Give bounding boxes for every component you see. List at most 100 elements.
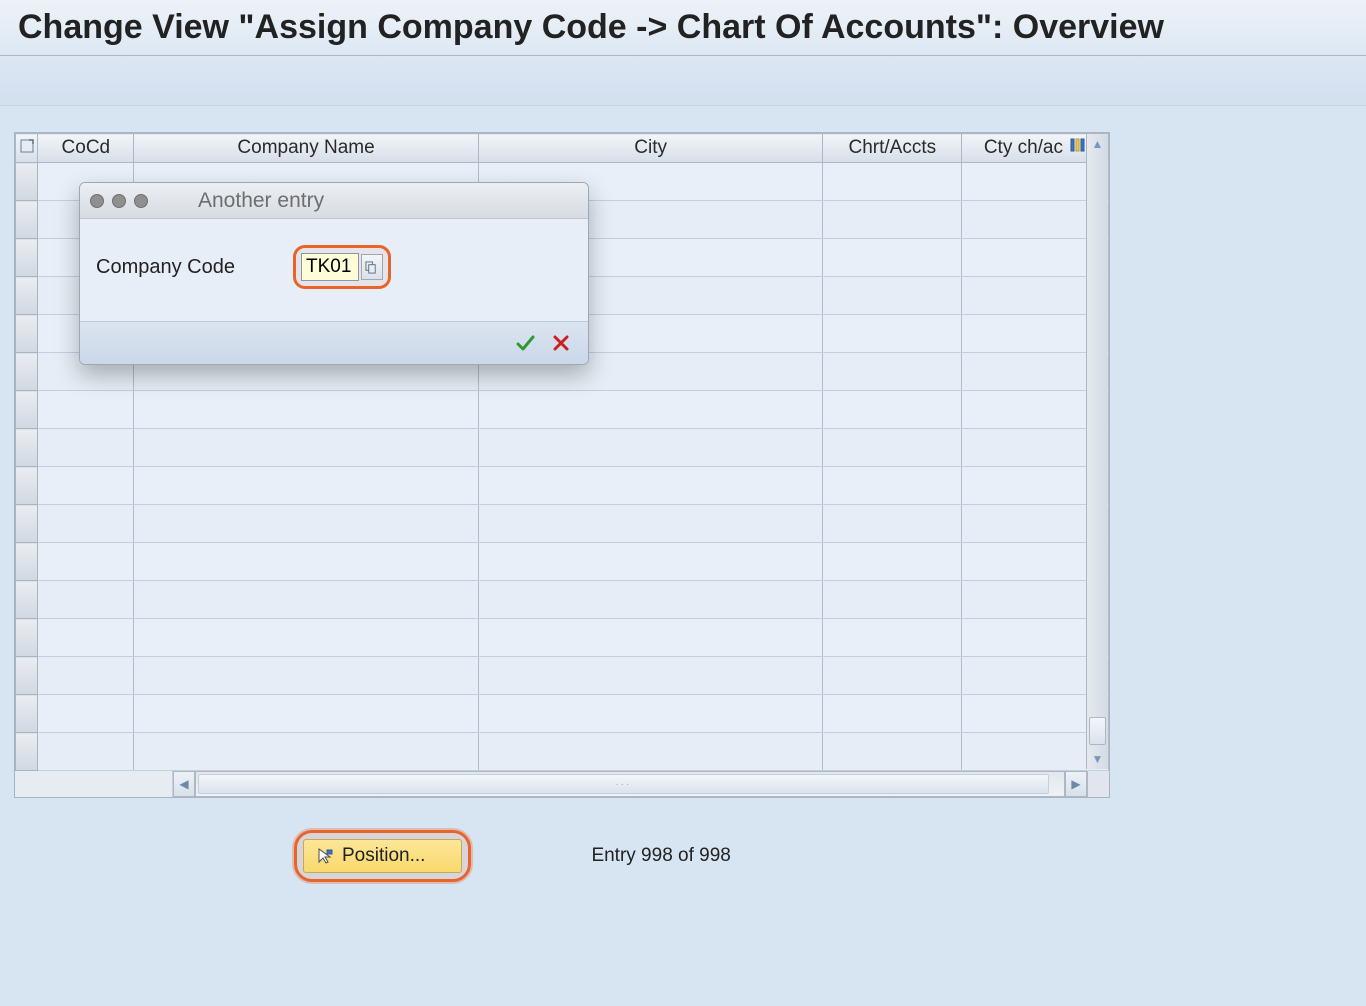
row-selector[interactable]	[16, 657, 38, 695]
select-all-header[interactable]	[16, 134, 38, 163]
table-row[interactable]	[16, 391, 1109, 429]
row-selector[interactable]	[16, 201, 38, 239]
table-cell[interactable]	[38, 733, 134, 771]
table-cell[interactable]	[823, 315, 962, 353]
table-cell[interactable]	[823, 543, 962, 581]
table-cell[interactable]	[478, 429, 823, 467]
table-cell[interactable]	[38, 581, 134, 619]
table-cell[interactable]	[823, 467, 962, 505]
table-cell[interactable]	[823, 353, 962, 391]
table-cell[interactable]	[38, 391, 134, 429]
scroll-left-icon[interactable]: ◀	[173, 771, 195, 797]
table-cell[interactable]	[134, 429, 479, 467]
table-cell[interactable]	[823, 277, 962, 315]
window-max-dot[interactable]	[134, 194, 148, 208]
table-cell[interactable]	[478, 505, 823, 543]
table-cell[interactable]	[134, 657, 479, 695]
table-cell[interactable]	[38, 505, 134, 543]
table-row[interactable]	[16, 657, 1109, 695]
window-close-dot[interactable]	[90, 194, 104, 208]
scroll-right-icon[interactable]: ▶	[1065, 771, 1087, 797]
vscroll-thumb[interactable]	[1089, 717, 1106, 745]
table-row[interactable]	[16, 695, 1109, 733]
table-cell[interactable]	[134, 619, 479, 657]
table-cell[interactable]	[823, 391, 962, 429]
table-cell[interactable]	[823, 695, 962, 733]
row-selector[interactable]	[16, 163, 38, 201]
row-selector[interactable]	[16, 467, 38, 505]
column-config-icon[interactable]	[1070, 137, 1086, 159]
dialog-title-bar[interactable]: Another entry	[80, 183, 588, 219]
table-row[interactable]	[16, 505, 1109, 543]
table-cell[interactable]	[823, 201, 962, 239]
table-row[interactable]	[16, 581, 1109, 619]
table-cell[interactable]	[823, 239, 962, 277]
vertical-scrollbar[interactable]: ▲ ▼	[1086, 134, 1108, 769]
table-cell[interactable]	[823, 619, 962, 657]
table-cell[interactable]	[134, 581, 479, 619]
table-cell[interactable]	[478, 695, 823, 733]
company-code-input[interactable]	[301, 253, 359, 281]
cancel-button[interactable]	[550, 332, 572, 354]
table-row[interactable]	[16, 733, 1109, 771]
table-cell[interactable]	[823, 581, 962, 619]
table-cell[interactable]	[823, 505, 962, 543]
table-cell[interactable]	[134, 467, 479, 505]
row-selector[interactable]	[16, 733, 38, 771]
row-selector[interactable]	[16, 543, 38, 581]
table-cell[interactable]	[38, 429, 134, 467]
row-selector[interactable]	[16, 505, 38, 543]
table-cell[interactable]	[823, 163, 962, 201]
scroll-down-icon[interactable]: ▼	[1087, 749, 1108, 769]
hscroll-thumb[interactable]: ···	[198, 774, 1049, 794]
table-cell[interactable]	[38, 695, 134, 733]
vscroll-track[interactable]	[1087, 154, 1108, 749]
table-cell[interactable]	[478, 543, 823, 581]
table-cell[interactable]	[478, 581, 823, 619]
row-selector[interactable]	[16, 239, 38, 277]
table-cell[interactable]	[134, 391, 479, 429]
table-cell[interactable]	[38, 543, 134, 581]
col-chrt-accts-header[interactable]: Chrt/Accts	[823, 134, 962, 163]
table-row[interactable]	[16, 543, 1109, 581]
table-cell[interactable]	[134, 733, 479, 771]
table-cell[interactable]	[38, 619, 134, 657]
table-cell[interactable]	[478, 733, 823, 771]
col-city-header[interactable]: City	[478, 134, 823, 163]
checkmark-icon	[515, 333, 535, 353]
table-cell[interactable]	[823, 733, 962, 771]
row-selector[interactable]	[16, 695, 38, 733]
table-row[interactable]	[16, 429, 1109, 467]
col-cocd-header[interactable]: CoCd	[38, 134, 134, 163]
row-selector[interactable]	[16, 315, 38, 353]
table-cell[interactable]	[478, 467, 823, 505]
row-selector[interactable]	[16, 353, 38, 391]
table-cell[interactable]	[478, 391, 823, 429]
table-cell[interactable]	[823, 657, 962, 695]
table-cell[interactable]	[478, 657, 823, 695]
row-selector[interactable]	[16, 581, 38, 619]
table-row[interactable]	[16, 619, 1109, 657]
company-code-input-highlight	[293, 245, 391, 289]
hscroll-track[interactable]: ···	[195, 771, 1065, 797]
table-cell[interactable]	[134, 505, 479, 543]
row-selector[interactable]	[16, 429, 38, 467]
title-bar: Change View "Assign Company Code -> Char…	[0, 0, 1366, 56]
position-button[interactable]: Position...	[303, 839, 462, 873]
table-cell[interactable]	[134, 695, 479, 733]
row-selector[interactable]	[16, 277, 38, 315]
search-help-button[interactable]	[361, 254, 383, 280]
table-cell[interactable]	[38, 467, 134, 505]
table-cell[interactable]	[38, 657, 134, 695]
table-cell[interactable]	[134, 543, 479, 581]
row-selector[interactable]	[16, 391, 38, 429]
table-cell[interactable]	[823, 429, 962, 467]
scroll-up-icon[interactable]: ▲	[1087, 134, 1108, 154]
table-cell[interactable]	[478, 619, 823, 657]
ok-button[interactable]	[514, 332, 536, 354]
row-selector[interactable]	[16, 619, 38, 657]
horizontal-scrollbar[interactable]: ◀ ··· ▶	[15, 771, 1109, 797]
col-company-name-header[interactable]: Company Name	[134, 134, 479, 163]
table-row[interactable]	[16, 467, 1109, 505]
window-min-dot[interactable]	[112, 194, 126, 208]
